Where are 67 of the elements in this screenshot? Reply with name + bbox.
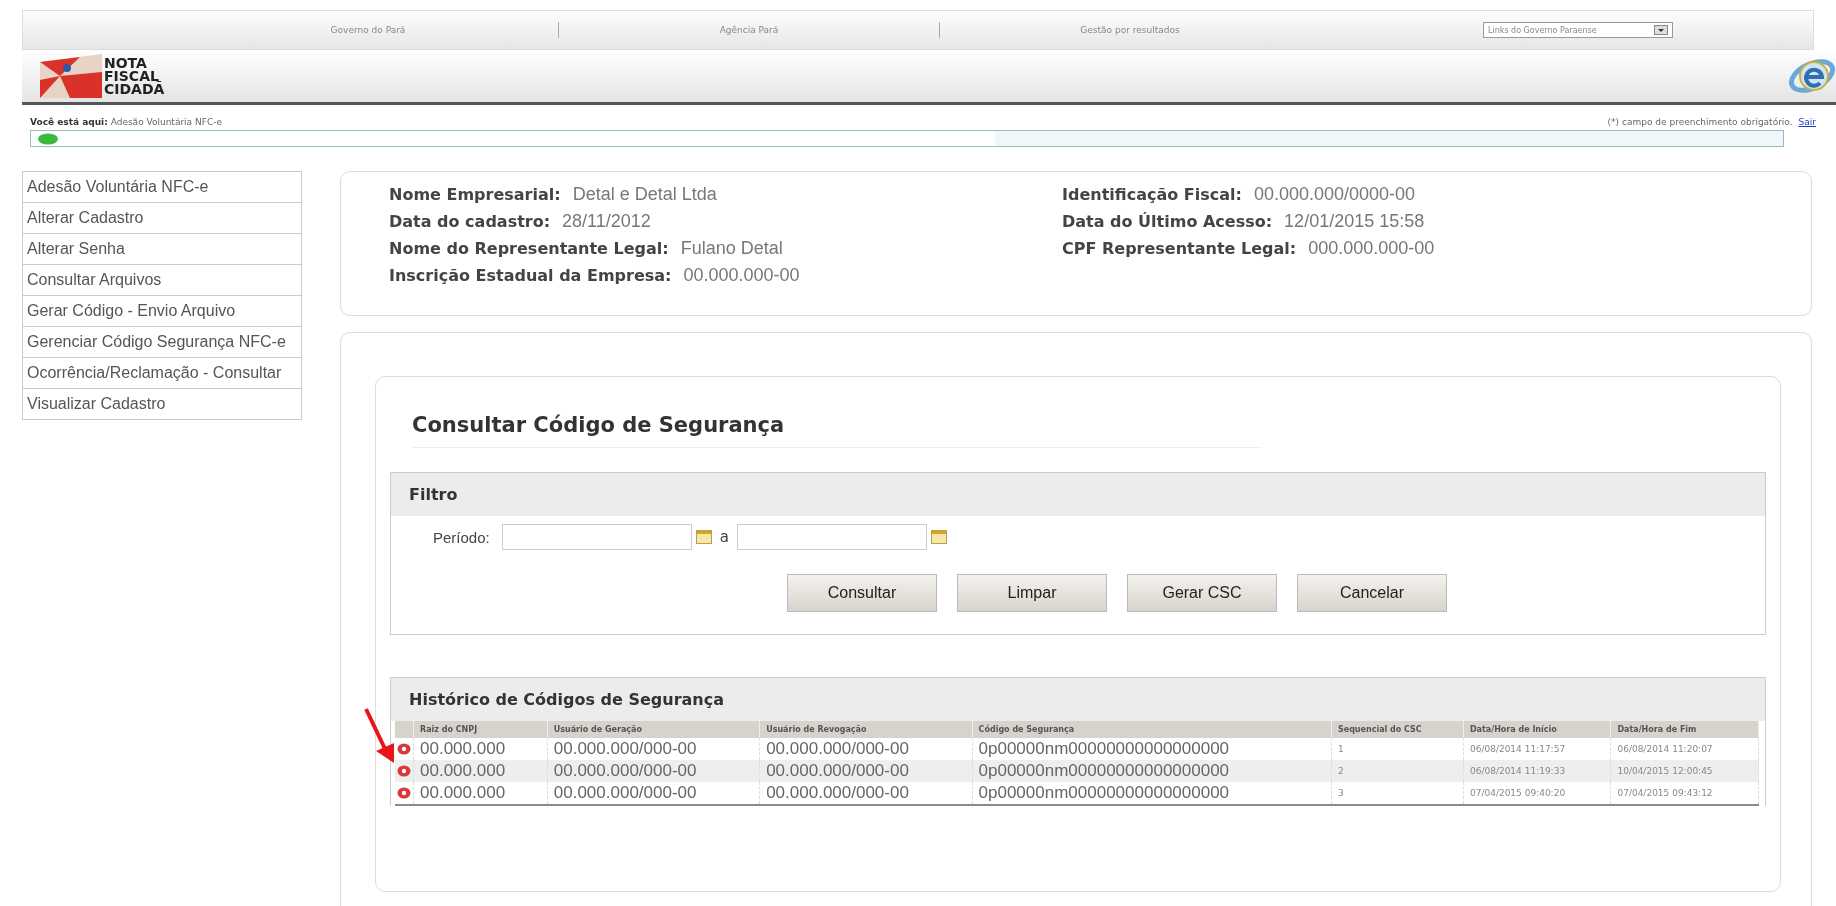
field-value: 00.000.000/0000-00 — [1253, 184, 1416, 205]
table-cell: 00.000.000/000-00 — [547, 782, 760, 805]
table-cell: 0p00000nm00000000000000000 — [972, 760, 1332, 782]
table-cell: 07/04/2015 09:40:20 — [1463, 782, 1611, 805]
flag-logo-icon — [40, 54, 102, 98]
exit-link[interactable]: Sair — [1798, 117, 1816, 127]
column-header: Usuário de Revogação — [759, 721, 973, 738]
field-label: Nome Empresarial: — [389, 185, 561, 204]
table-cell: 07/04/2015 09:43:12 — [1610, 782, 1759, 805]
date-field[interactable] — [736, 524, 947, 550]
period-label: Período: — [433, 528, 490, 546]
history-title: Histórico de Códigos de Segurança — [391, 678, 1765, 721]
links-dropdown[interactable]: Links do Governo Paraense — [1483, 22, 1673, 38]
field-value: 00.000.000-00 — [683, 265, 800, 286]
table-cell: 00.000.000/000-00 — [759, 782, 973, 805]
table-cell: 0p00000nm00000000000000000 — [972, 782, 1332, 805]
sidebar-item[interactable]: Consultar Arquivos — [23, 265, 301, 296]
field-label: Identificação Fiscal: — [1062, 185, 1242, 204]
sidebar-item[interactable]: Adesão Voluntária NFC-e — [23, 172, 301, 203]
field-value: Detal e Detal Ltda — [572, 184, 717, 205]
action-button[interactable]: Limpar — [957, 574, 1107, 612]
revoke-icon[interactable] — [397, 764, 411, 777]
sidebar-item[interactable]: Alterar Cadastro — [23, 203, 301, 234]
field-label: Data do Último Acesso: — [1062, 212, 1273, 231]
table-cell: 06/08/2014 11:19:33 — [1463, 760, 1611, 782]
table-cell: 00.000.000 — [413, 760, 548, 782]
field-label: Data do cadastro: — [389, 212, 551, 231]
column-header: Usuário de Geração — [547, 721, 760, 738]
table-cell: 10/04/2015 12:00:45 — [1610, 760, 1759, 782]
field-value: 12/01/2015 15:58 — [1284, 211, 1425, 232]
range-separator: a — [719, 528, 729, 546]
field-value: 28/11/2012 — [562, 211, 651, 232]
revoke-icon[interactable] — [397, 742, 411, 755]
field-label: Inscrição Estadual da Empresa: — [389, 266, 672, 285]
table-cell: 00.000.000/000-00 — [759, 760, 973, 782]
annotation-arrow-icon — [362, 707, 396, 765]
calendar-icon[interactable] — [930, 530, 947, 544]
field-value: 000.000.000-00 — [1308, 238, 1435, 259]
table-cell: 2 — [1331, 760, 1464, 782]
page-title: Consultar Código de Segurança — [412, 413, 1262, 448]
filter-title: Filtro — [391, 473, 1765, 516]
status-light-icon — [37, 132, 59, 145]
column-header: Sequencial do CSC — [1331, 721, 1464, 738]
table-cell: 00.000.000 — [413, 782, 548, 805]
action-button[interactable]: Gerar CSC — [1127, 574, 1277, 612]
breadcrumb: Você está aqui: Adesão Voluntária NFC-e — [30, 117, 222, 127]
sidebar-item[interactable]: Gerar Código - Envio Arquivo — [23, 296, 301, 327]
column-header: Data/Hora de Início — [1463, 721, 1611, 738]
action-button[interactable]: Cancelar — [1297, 574, 1447, 612]
sidebar-item[interactable]: Visualizar Cadastro — [23, 389, 301, 419]
column-header: Código de Segurança — [972, 721, 1332, 738]
table-cell: 00.000.000/000-00 — [547, 760, 760, 782]
column-header: Raiz do CNPJ — [413, 721, 548, 738]
date-field[interactable] — [501, 524, 712, 550]
required-field-note: (*) campo de preenchimento obrigatório. — [1607, 117, 1793, 127]
table-cell: 3 — [1331, 782, 1464, 805]
field-value: Fulano Detal — [680, 238, 783, 259]
sidebar-item[interactable]: Alterar Senha — [23, 234, 301, 265]
column-header: Data/Hora de Fim — [1610, 721, 1759, 738]
sidebar-item[interactable]: Ocorrência/Reclamação - Consultar — [23, 358, 301, 389]
field-label: CPF Representante Legal: — [1062, 239, 1297, 258]
action-button[interactable]: Consultar — [787, 574, 937, 612]
revoke-icon[interactable] — [397, 786, 411, 799]
logo-text: NOTA FISCAL CIDADÃ — [104, 56, 165, 96]
calendar-icon[interactable] — [695, 530, 712, 544]
sidebar-item[interactable]: Gerenciar Código Segurança NFC-e — [23, 327, 301, 358]
field-label: Nome do Representante Legal: — [389, 239, 669, 258]
